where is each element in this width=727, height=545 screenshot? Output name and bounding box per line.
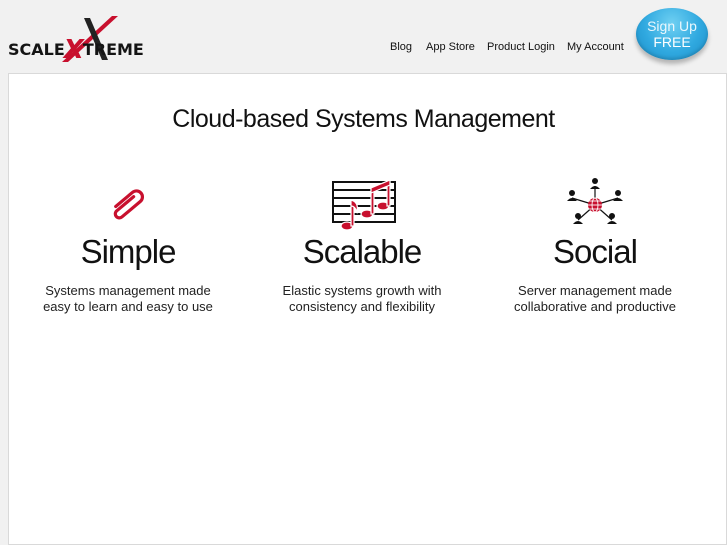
free-label: FREE bbox=[653, 33, 691, 50]
feature-description: Systems management made easy to learn an… bbox=[28, 283, 228, 315]
feature-description-line: consistency and flexibility bbox=[289, 299, 435, 314]
feature-description-line: Systems management made bbox=[45, 283, 211, 298]
feature-description-line: easy to learn and easy to use bbox=[43, 299, 213, 314]
nav-product-login-link[interactable]: Product Login bbox=[487, 41, 555, 53]
feature-scalable: Scalable Elastic systems growth with con… bbox=[262, 176, 462, 315]
nav-blog-link[interactable]: Blog bbox=[390, 41, 412, 53]
feature-title: Simple bbox=[80, 233, 177, 270]
feature-description-line: Elastic systems growth with bbox=[282, 283, 442, 298]
header: SCALEXTREME Blog App Store Product Login… bbox=[0, 0, 727, 72]
feature-description: Elastic systems growth with consistency … bbox=[262, 283, 462, 315]
feature-title: Social bbox=[553, 233, 638, 270]
feature-description-line: Server management made bbox=[518, 283, 672, 298]
nav-my-account-link[interactable]: My Account bbox=[567, 41, 624, 53]
page-headline: Cloud-based Systems Management bbox=[172, 105, 555, 133]
feature-title: Scalable bbox=[302, 233, 423, 270]
sign-up-free-button[interactable]: Sign Up FREE bbox=[636, 8, 708, 60]
feature-social: Social Server management made collaborat… bbox=[495, 176, 695, 315]
network-people-icon bbox=[567, 178, 623, 224]
scalextreme-logo[interactable]: SCALEXTREME bbox=[8, 14, 164, 65]
feature-simple: Simple Systems management made easy to l… bbox=[28, 176, 228, 315]
logo-text: SCALEXTREME bbox=[8, 35, 144, 65]
sign-up-label: Sign Up bbox=[647, 17, 697, 34]
music-notes-icon bbox=[332, 179, 396, 231]
feature-description: Server management made collaborative and… bbox=[495, 283, 695, 315]
feature-description-line: collaborative and productive bbox=[514, 299, 676, 314]
paperclip-icon bbox=[113, 189, 145, 220]
nav-app-store-link[interactable]: App Store bbox=[426, 41, 475, 53]
